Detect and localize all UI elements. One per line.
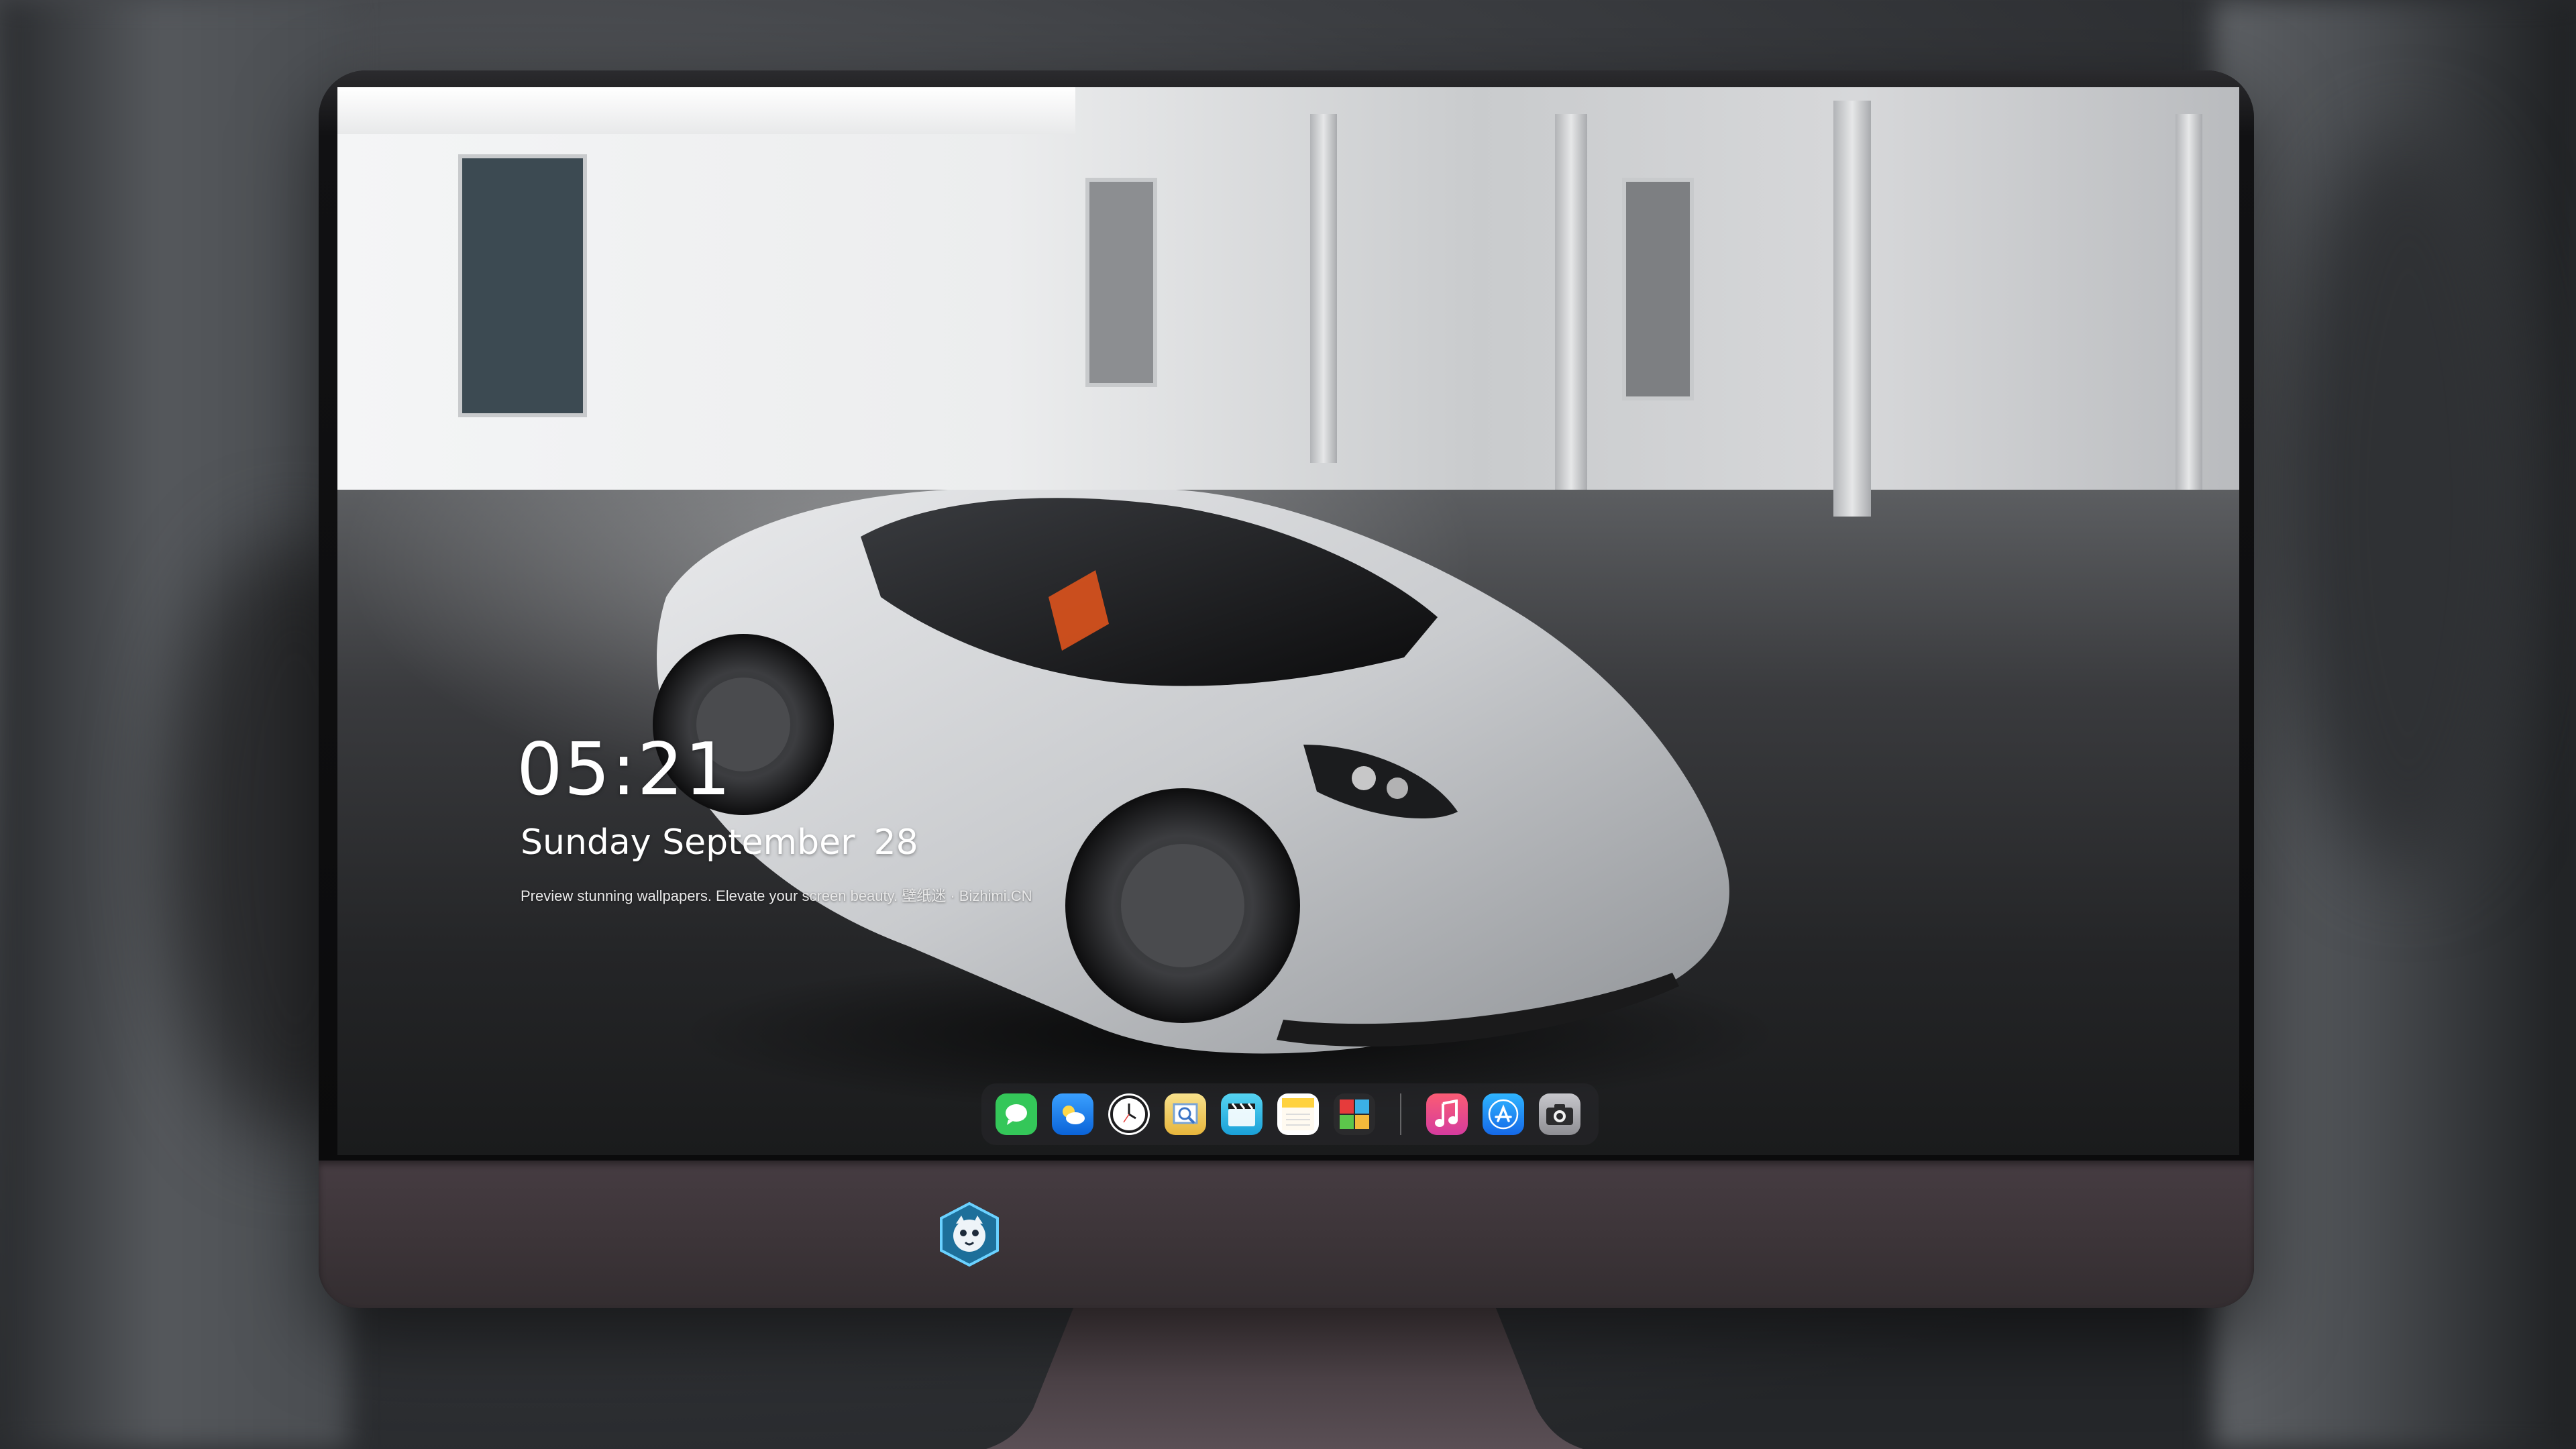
dock-item-screenshot[interactable] — [1539, 1093, 1580, 1135]
messages-icon — [1006, 1104, 1027, 1125]
dock — [981, 1083, 1599, 1145]
mascot-logo-icon — [940, 1201, 999, 1267]
dock-item-notes[interactable] — [1277, 1093, 1319, 1135]
clock-icon — [1110, 1095, 1148, 1133]
notes-icon — [1282, 1098, 1314, 1130]
dock-item-app-store[interactable] — [1483, 1093, 1524, 1135]
wallpaper-tagline: Preview stunning wallpapers. Elevate you… — [521, 888, 1032, 904]
music-icon — [1435, 1099, 1458, 1127]
wallpaper-door — [1085, 178, 1157, 387]
dock-separator — [1400, 1093, 1401, 1135]
dock-item-music[interactable] — [1426, 1093, 1468, 1135]
preview-icon — [1173, 1103, 1198, 1124]
app-store-icon — [1488, 1099, 1519, 1130]
wallpaper-ceiling — [337, 87, 1075, 134]
wallpaper-pillar — [1833, 101, 1871, 517]
date-month: September — [662, 822, 855, 863]
dock-item-messages[interactable] — [996, 1093, 1037, 1135]
wallpaper-door — [1622, 178, 1694, 400]
clips-icon — [1228, 1103, 1255, 1126]
date-label: Sunday September 28 — [521, 822, 918, 863]
weather-icon — [1063, 1106, 1085, 1124]
monitor-chin — [319, 1161, 2254, 1308]
dock-item-preview[interactable] — [1165, 1093, 1206, 1135]
date-weekday: Sunday — [521, 822, 651, 863]
dock-item-photo-booth[interactable] — [1334, 1093, 1375, 1135]
clock-time: 05:21 — [517, 728, 733, 812]
dock-item-weather[interactable] — [1052, 1093, 1093, 1135]
dock-item-clips[interactable] — [1221, 1093, 1263, 1135]
wallpaper-car — [653, 490, 1780, 1107]
date-day: 28 — [873, 822, 918, 863]
wallpaper-door — [458, 154, 587, 417]
wallpaper-pillar — [2176, 114, 2202, 490]
monitor-stand — [986, 1308, 1583, 1449]
background-blob — [2281, 134, 2536, 872]
camera-icon — [1546, 1104, 1573, 1125]
dock-item-clock[interactable] — [1108, 1093, 1150, 1135]
desktop-screen — [337, 87, 2239, 1155]
background-scene: 05:21 Sunday September 28 Preview stunnin… — [0, 0, 2576, 1449]
photo-booth-icon — [1340, 1099, 1369, 1129]
